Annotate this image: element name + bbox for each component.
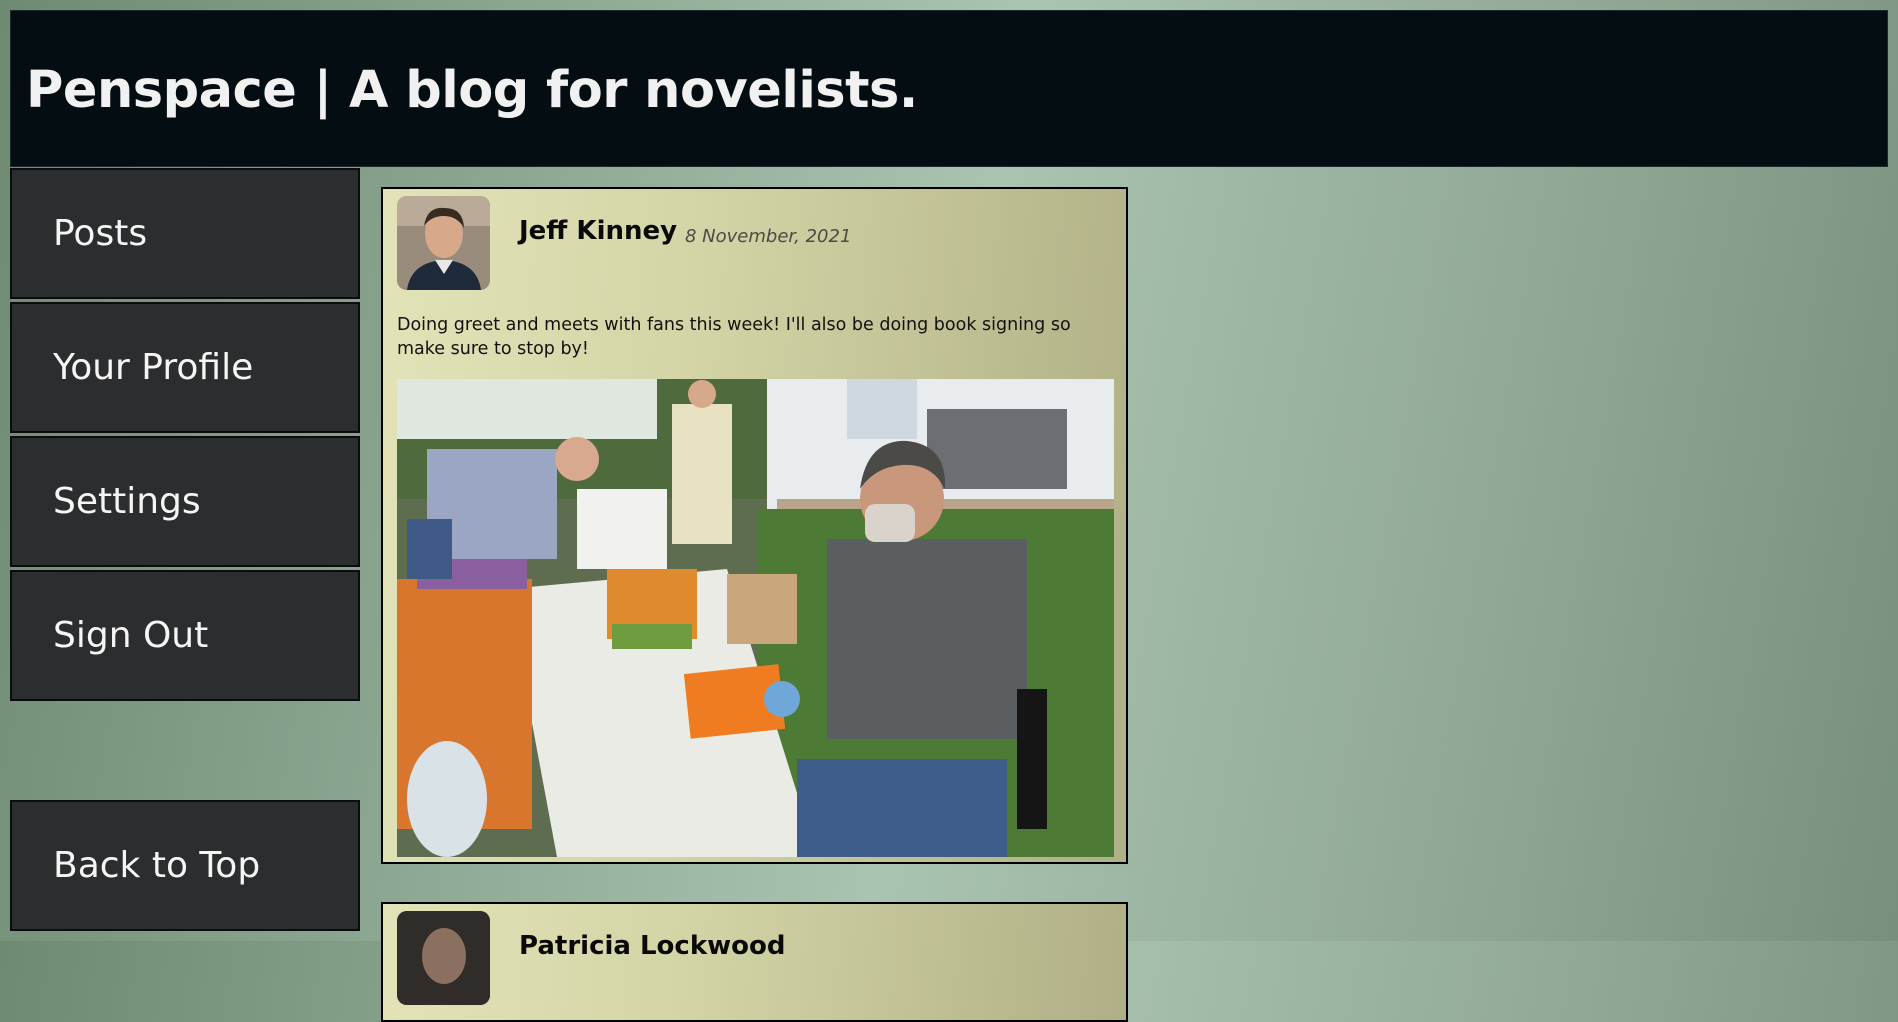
post-date: 8 November, 2021 (685, 226, 852, 247)
avatar-photo (397, 911, 490, 1005)
site-title: Penspace | A blog for novelists. (26, 61, 918, 120)
avatar-photo (397, 196, 490, 290)
post-author[interactable]: Jeff Kinney (519, 216, 677, 246)
post-image (397, 379, 1114, 857)
author-avatar[interactable] (397, 196, 490, 290)
post-card: Patricia Lockwood (381, 902, 1128, 1022)
book-signing-photo (397, 379, 1114, 857)
nav-posts-button[interactable]: Posts (10, 168, 360, 299)
nav-settings-button[interactable]: Settings (10, 436, 360, 567)
post-author[interactable]: Patricia Lockwood (519, 931, 785, 961)
post-text: Doing greet and meets with fans this wee… (397, 315, 1071, 359)
author-avatar[interactable] (397, 911, 490, 1005)
nav-sign-out-button[interactable]: Sign Out (10, 570, 360, 701)
post-card: Jeff Kinney 8 November, 2021 Doing greet… (381, 187, 1128, 864)
site-header: Penspace | A blog for novelists. (10, 10, 1888, 167)
back-to-top-button[interactable]: Back to Top (10, 800, 360, 931)
nav-profile-button[interactable]: Your Profile (10, 302, 360, 433)
